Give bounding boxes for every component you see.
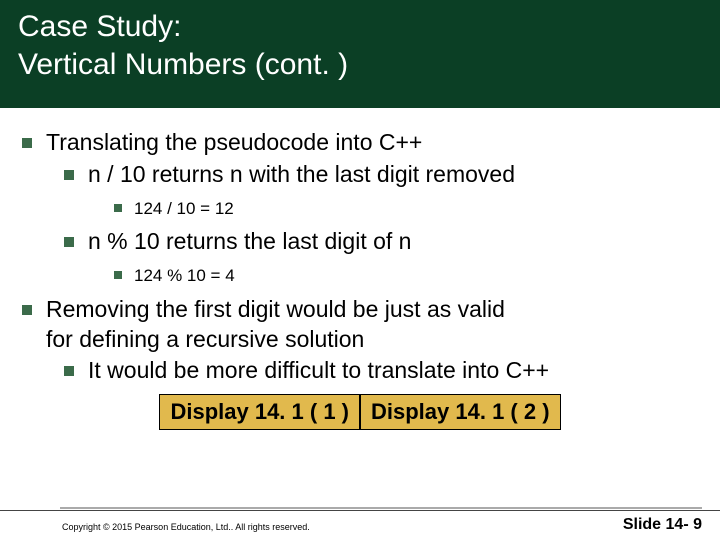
bullet-level3: 124 % 10 = 4 bbox=[114, 263, 698, 289]
bullet-icon bbox=[22, 305, 32, 315]
slide-number: Slide 14- 9 bbox=[623, 516, 702, 534]
footer: Copyright © 2015 Pearson Education, Ltd.… bbox=[0, 510, 720, 540]
bullet-level2: It would be more difficult to translate … bbox=[64, 356, 698, 386]
bullet-icon bbox=[22, 138, 32, 148]
bullet-icon bbox=[114, 271, 122, 279]
title-line-2: Vertical Numbers (cont. ) bbox=[18, 48, 348, 81]
slide-title: Case Study: Vertical Numbers (cont. ) bbox=[18, 8, 348, 83]
bullet-level1: Removing the first digit would be just a… bbox=[22, 295, 698, 355]
title-line-1: Case Study: bbox=[18, 10, 181, 43]
bullet-level2: n / 10 returns n with the last digit rem… bbox=[64, 160, 698, 190]
slide-body: Translating the pseudocode into C++ n / … bbox=[0, 108, 720, 430]
bullet-text: Removing the first digit would be just a… bbox=[46, 295, 505, 355]
footer-divider bbox=[60, 504, 702, 509]
bullet-icon bbox=[114, 204, 122, 212]
bullet-level1: Translating the pseudocode into C++ bbox=[22, 128, 698, 158]
display-14-1-part2-button[interactable]: Display 14. 1 ( 2 ) bbox=[360, 394, 561, 430]
bullet-icon bbox=[64, 237, 74, 247]
display-buttons-row: Display 14. 1 ( 1 ) Display 14. 1 ( 2 ) bbox=[22, 394, 698, 430]
bullet-level2: n % 10 returns the last digit of n bbox=[64, 227, 698, 257]
bullet-icon bbox=[64, 366, 74, 376]
bullet-text: Translating the pseudocode into C++ bbox=[46, 128, 422, 158]
bullet-text: 124 % 10 = 4 bbox=[134, 263, 235, 289]
bullet-level3: 124 / 10 = 12 bbox=[114, 196, 698, 222]
copyright-text: Copyright © 2015 Pearson Education, Ltd.… bbox=[62, 522, 310, 534]
bullet-text: 124 / 10 = 12 bbox=[134, 196, 234, 222]
bullet-text: It would be more difficult to translate … bbox=[88, 356, 549, 386]
bullet-text: n / 10 returns n with the last digit rem… bbox=[88, 160, 515, 190]
bullet-icon bbox=[64, 170, 74, 180]
bullet-text: n % 10 returns the last digit of n bbox=[88, 227, 411, 257]
display-14-1-part1-button[interactable]: Display 14. 1 ( 1 ) bbox=[159, 394, 360, 430]
title-bar: Case Study: Vertical Numbers (cont. ) bbox=[0, 0, 720, 108]
